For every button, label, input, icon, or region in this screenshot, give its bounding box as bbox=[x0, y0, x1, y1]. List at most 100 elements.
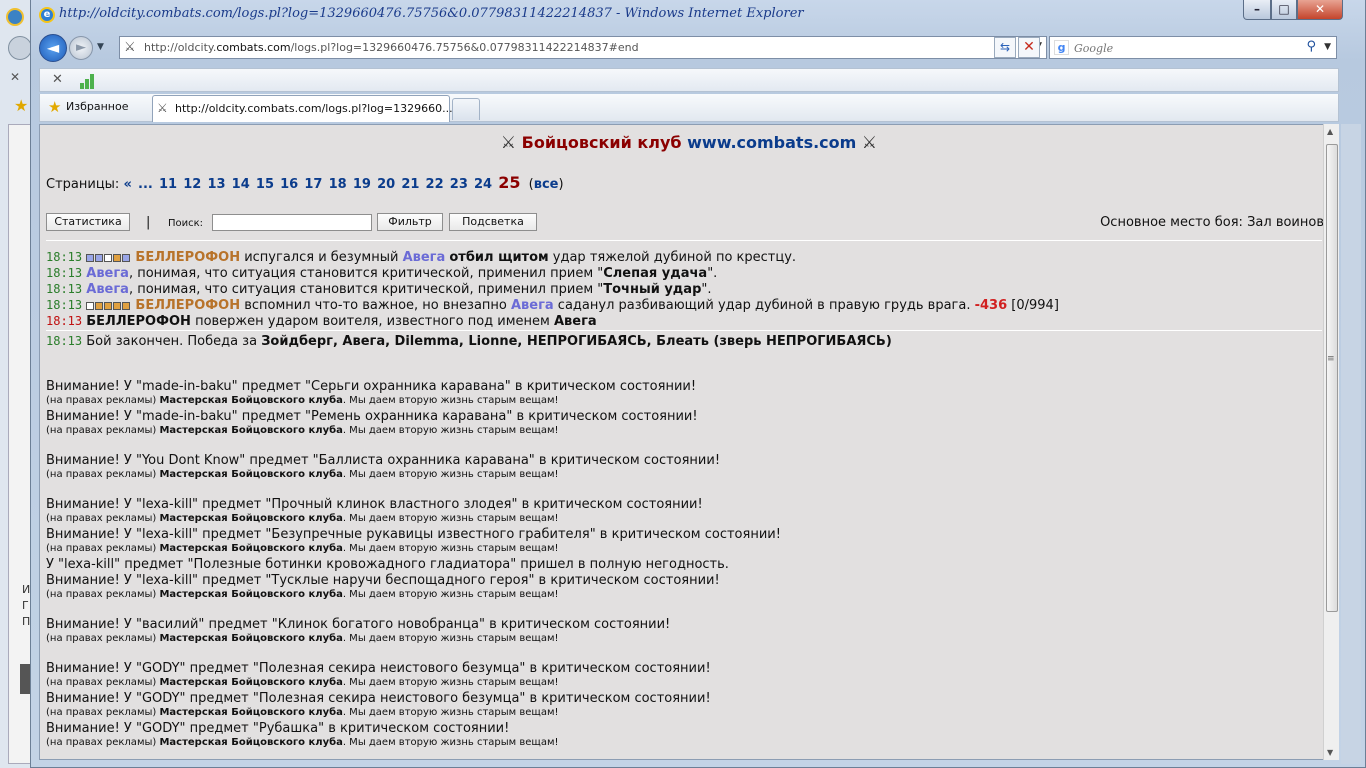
workshop-link[interactable]: Мастерская Бойцовского клуба bbox=[159, 469, 342, 480]
search-dropdown-icon[interactable]: ▼ bbox=[1324, 42, 1331, 52]
statistics-button[interactable]: Статистика bbox=[46, 213, 130, 231]
scroll-down-icon[interactable]: ▼ bbox=[1327, 748, 1333, 757]
page-link[interactable]: 20 bbox=[377, 177, 395, 192]
page-link[interactable]: 15 bbox=[256, 177, 274, 192]
ad-line: (на правах рекламы) Мастерская Бойцовско… bbox=[46, 737, 559, 748]
page-title: ⚔ Бойцовский клуб www.combats.com ⚔ bbox=[40, 133, 1338, 153]
search-box[interactable]: g ⚲ ▼ bbox=[1049, 36, 1337, 59]
page-link[interactable]: 19 bbox=[353, 177, 371, 192]
favorites-label: Избранное bbox=[66, 100, 129, 113]
favorites-button[interactable]: ★ Избранное bbox=[46, 97, 128, 117]
ad-line: (на правах рекламы) Мастерская Бойцовско… bbox=[46, 633, 559, 644]
stop-button[interactable]: ✕ bbox=[1018, 37, 1040, 58]
club-name: Бойцовский клуб bbox=[521, 133, 682, 152]
page-link[interactable]: 18 bbox=[329, 177, 347, 192]
all-pages-link[interactable]: все bbox=[534, 177, 559, 192]
log-toolbar: Статистика | Поиск: Фильтр Подсветка Осн… bbox=[46, 213, 1326, 233]
page-link[interactable]: 12 bbox=[183, 177, 201, 192]
navigation-bar: ◄ ► ▼ ⚔ http://oldcity.combats.com/logs.… bbox=[31, 32, 1365, 64]
highlight-button[interactable]: Подсветка bbox=[449, 213, 537, 231]
page-link[interactable]: 11 bbox=[159, 177, 177, 192]
address-bar[interactable]: ⚔ http://oldcity.combats.com/logs.pl?log… bbox=[119, 36, 1047, 59]
title-bar[interactable]: e http://oldcity.combats.com/logs.pl?log… bbox=[31, 0, 1365, 30]
fighter-name[interactable]: БЕЛЛЕРОФОН bbox=[86, 314, 191, 329]
scroll-up-icon[interactable]: ▲ bbox=[1327, 127, 1333, 136]
workshop-link[interactable]: Мастерская Бойцовского клуба bbox=[159, 395, 342, 406]
google-icon: g bbox=[1054, 40, 1069, 55]
vertical-scrollbar[interactable]: ▲ ≡ ▼ bbox=[1323, 124, 1339, 760]
fighter-name[interactable]: БЕЛЛЕРОФОН bbox=[135, 250, 240, 265]
notice-line: Внимание! У "lexa-kill" предмет "Тусклые… bbox=[46, 573, 720, 588]
current-page: 25 bbox=[498, 173, 521, 192]
refresh-button[interactable]: ⇆ bbox=[994, 37, 1016, 58]
recent-pages-dropdown[interactable]: ▼ bbox=[97, 42, 104, 52]
maximize-button[interactable]: □ bbox=[1271, 0, 1297, 20]
site-link[interactable]: www.combats.com bbox=[687, 133, 856, 152]
filter-button[interactable]: Фильтр bbox=[377, 213, 443, 231]
page-link[interactable]: 22 bbox=[426, 177, 444, 192]
ad-line: (на правах рекламы) Мастерская Бойцовско… bbox=[46, 425, 559, 436]
log-search-input[interactable] bbox=[212, 214, 372, 231]
notice-line: Внимание! У "made-in-baku" предмет "Серь… bbox=[46, 379, 697, 394]
favorites-bar: ★ Избранное ⚔ http://oldcity.combats.com/… bbox=[39, 94, 1339, 122]
workshop-link[interactable]: Мастерская Бойцовского клуба bbox=[159, 677, 342, 688]
workshop-link[interactable]: Мастерская Бойцовского клуба bbox=[159, 543, 342, 554]
battle-location: Основное место боя: Зал воинов bbox=[1100, 215, 1324, 230]
ad-line: (на правах рекламы) Мастерская Бойцовско… bbox=[46, 395, 559, 406]
browser-tab[interactable]: ⚔ http://oldcity.combats.com/logs.pl?log… bbox=[152, 95, 453, 122]
ie-icon: e bbox=[39, 7, 55, 23]
close-button[interactable]: ✕ bbox=[1297, 0, 1343, 20]
page-link[interactable]: 16 bbox=[280, 177, 298, 192]
scroll-thumb[interactable] bbox=[1326, 144, 1338, 612]
back-button bbox=[8, 36, 32, 60]
page-link[interactable]: 21 bbox=[401, 177, 419, 192]
star-icon: ★ bbox=[14, 96, 29, 115]
star-icon: ★ bbox=[48, 98, 62, 116]
search-icon[interactable]: ⚲ bbox=[1306, 39, 1316, 54]
ad-line: (на правах рекламы) Мастерская Бойцовско… bbox=[46, 589, 559, 600]
fighter-name[interactable]: Авега bbox=[86, 282, 129, 297]
workshop-link[interactable]: Мастерская Бойцовского клуба bbox=[159, 425, 342, 436]
page-link[interactable]: 23 bbox=[450, 177, 468, 192]
workshop-link[interactable]: Мастерская Бойцовского клуба bbox=[159, 633, 342, 644]
search-input[interactable] bbox=[1074, 40, 1294, 56]
workshop-link[interactable]: Мастерская Бойцовского клуба bbox=[159, 513, 342, 524]
forward-button[interactable]: ► bbox=[69, 36, 93, 60]
forward-arrow-icon: ► bbox=[76, 40, 86, 55]
fighter-name[interactable]: Авега bbox=[554, 314, 597, 329]
item-notices: Внимание! У "made-in-baku" предмет "Серь… bbox=[46, 365, 1322, 759]
page-link[interactable]: 17 bbox=[304, 177, 322, 192]
winners-list: Зойдберг, Авега, Dilemma, Lionne, НЕПРОГ… bbox=[261, 334, 892, 349]
fighter-name[interactable]: Авега bbox=[86, 266, 129, 281]
tab-title: http://oldcity.combats.com/logs.pl?log=1… bbox=[175, 102, 453, 115]
separator: | bbox=[146, 215, 151, 230]
damage-value: -436 bbox=[974, 298, 1008, 313]
fighter-name[interactable]: БЕЛЛЕРОФОН bbox=[135, 298, 240, 313]
new-tab-button[interactable] bbox=[452, 98, 480, 120]
pages-prev-link[interactable]: « bbox=[123, 177, 131, 192]
minimize-button[interactable]: – bbox=[1243, 0, 1271, 20]
ad-line: (на правах рекламы) Мастерская Бойцовско… bbox=[46, 707, 559, 718]
workshop-link[interactable]: Мастерская Бойцовского клуба bbox=[159, 589, 342, 600]
pagination: Страницы: « ... 11 12 13 14 15 16 17 18 … bbox=[46, 173, 564, 192]
close-toolbar-icon[interactable]: ✕ bbox=[52, 72, 63, 87]
ie-icon bbox=[6, 8, 24, 26]
fighter-name[interactable]: Авега bbox=[511, 298, 554, 313]
page-link[interactable]: 13 bbox=[207, 177, 225, 192]
workshop-link[interactable]: Мастерская Бойцовского клуба bbox=[159, 707, 342, 718]
back-button[interactable]: ◄ bbox=[39, 34, 67, 62]
address-url[interactable]: http://oldcity.combats.com/logs.pl?log=1… bbox=[144, 41, 639, 54]
notice-line: У "lexa-kill" предмет "Полезные ботинки … bbox=[46, 557, 729, 572]
pages-ellipsis-link[interactable]: ... bbox=[138, 177, 153, 192]
workshop-link[interactable]: Мастерская Бойцовского клуба bbox=[159, 737, 342, 748]
fighter-name[interactable]: Авега bbox=[403, 250, 446, 265]
page-link[interactable]: 14 bbox=[232, 177, 250, 192]
signal-icon bbox=[80, 73, 98, 89]
crossed-swords-icon: ⚔ bbox=[500, 133, 517, 153]
page-links: 11 12 13 14 15 16 17 18 19 20 21 22 23 2… bbox=[159, 177, 498, 192]
page-link[interactable]: 24 bbox=[474, 177, 492, 192]
